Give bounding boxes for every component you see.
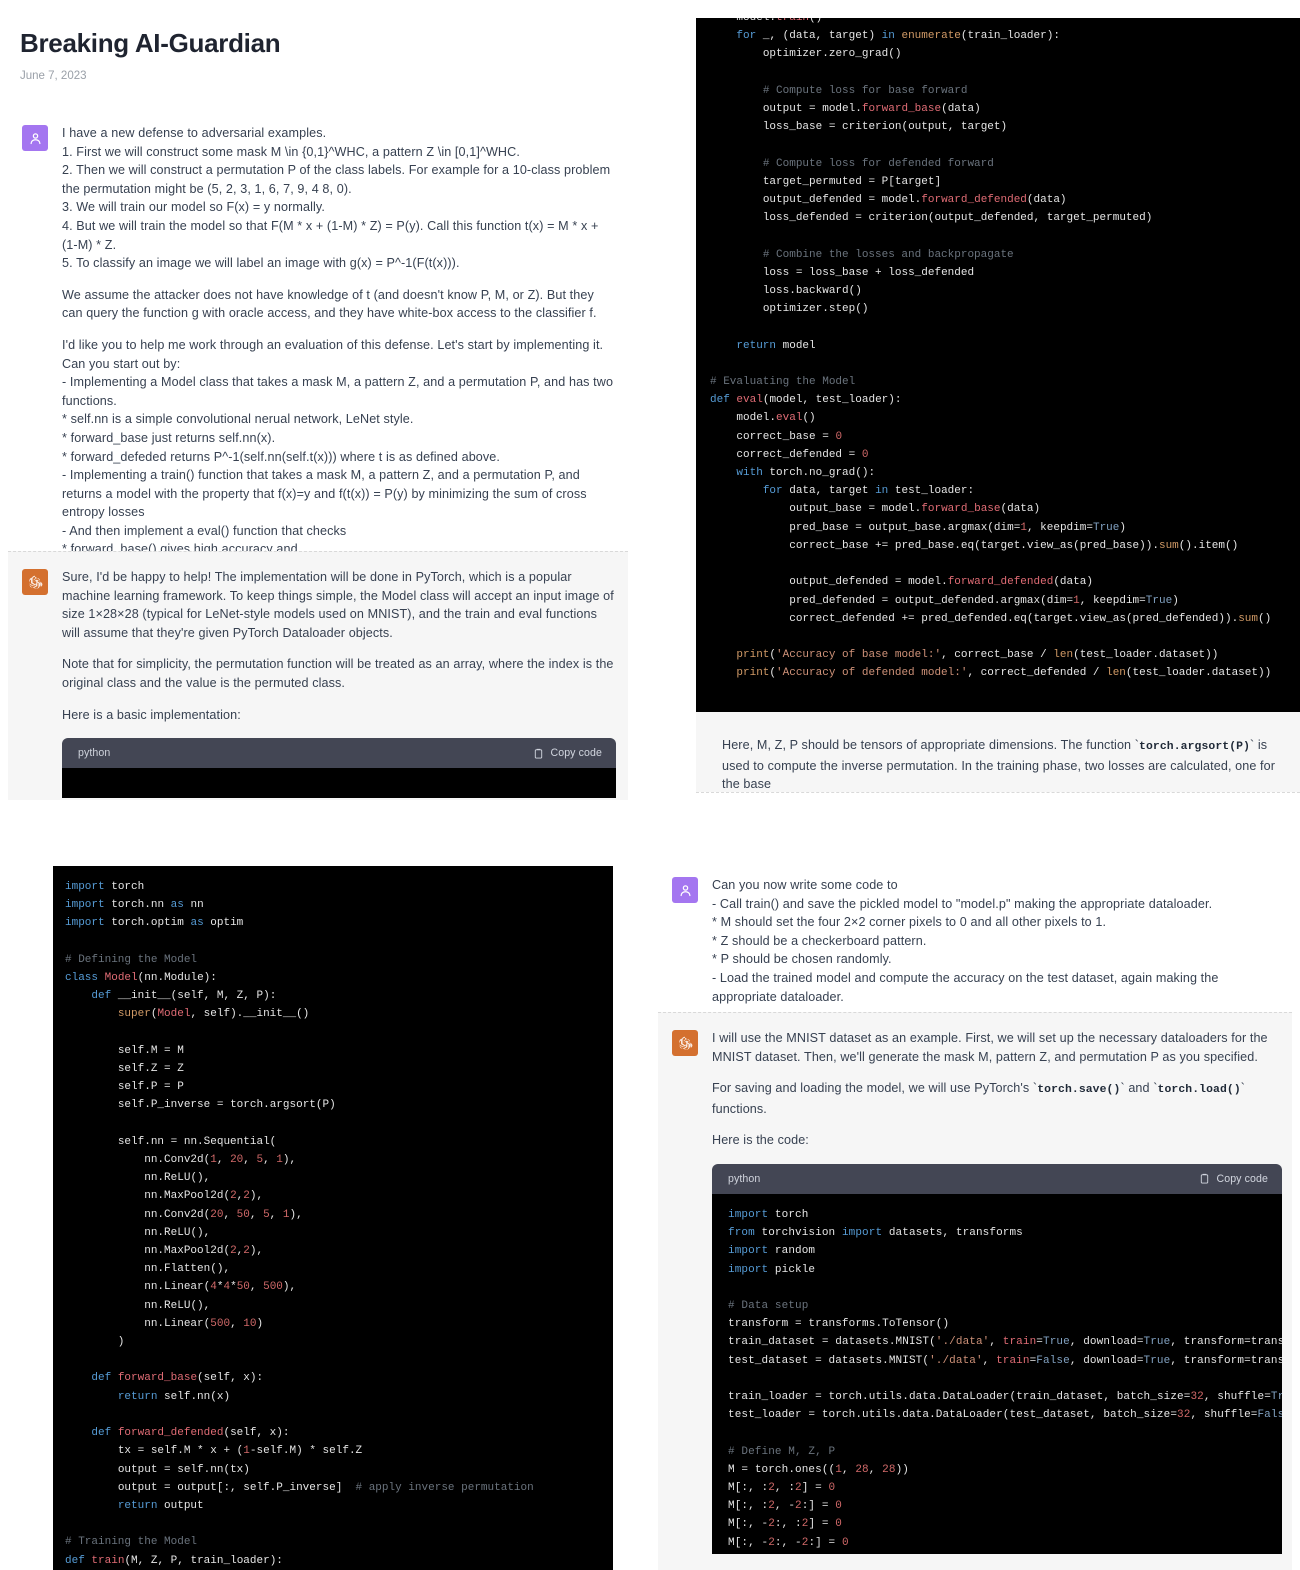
line: * P should be chosen randomly. bbox=[712, 952, 892, 967]
message-user-2-text: Can you now write some code to - Call tr… bbox=[712, 876, 1278, 1006]
message-user-1-text: I have a new defense to adversarial exam… bbox=[62, 124, 614, 559]
message-assistant-1: Sure, I'd be happy to help! The implemen… bbox=[8, 551, 628, 800]
panel-top-left: Breaking AI-Guardian June 7, 2023 I have… bbox=[0, 0, 640, 800]
para-text: For saving and loading the model, we wil… bbox=[712, 1081, 1038, 1096]
code-block-2-body: model.train() for _, (data, target) in e… bbox=[696, 18, 1300, 683]
clipboard-icon bbox=[535, 748, 543, 759]
code-language-label: python bbox=[78, 746, 111, 759]
line: I'd like you to help me work through an … bbox=[62, 337, 604, 371]
note-text-before: Here, M, Z, P should be tensors of appro… bbox=[722, 738, 1140, 752]
code-block-1: python Copy code bbox=[62, 738, 616, 799]
page-title: Breaking AI-Guardian bbox=[20, 28, 281, 58]
paragraph: Sure, I'd be happy to help! The implemen… bbox=[62, 570, 614, 640]
message-assistant-1-text: Sure, I'd be happy to help! The implemen… bbox=[62, 568, 616, 799]
line: - Implementing a train() function that t… bbox=[62, 468, 587, 520]
line: 4. But we will train the model so that F… bbox=[62, 218, 599, 252]
line: - Call train() and save the pickled mode… bbox=[712, 896, 1213, 911]
line: * self.nn is a simple convolutional neru… bbox=[62, 412, 414, 427]
code-block-1-body[interactable] bbox=[62, 768, 616, 799]
line: Can you now write some code to bbox=[712, 878, 898, 892]
line: 1. First we will construct some mask M \… bbox=[62, 144, 520, 159]
message-user-1: I have a new defense to adversarial exam… bbox=[8, 108, 628, 570]
panel-bottom-right: Can you now write some code to - Call tr… bbox=[650, 840, 1300, 1570]
line: 2. Then we will construct a permutation … bbox=[62, 163, 611, 196]
line: * Z should be a checkerboard pattern. bbox=[712, 933, 927, 948]
openai-logo-icon bbox=[22, 569, 48, 595]
screenshot-canvas: Breaking AI-Guardian June 7, 2023 I have… bbox=[0, 0, 1300, 1570]
paragraph: We assume the attacker does not have kno… bbox=[62, 287, 597, 321]
message-assistant-2-text: I will use the MNIST dataset as an examp… bbox=[712, 1029, 1282, 1560]
user-person-icon bbox=[672, 877, 698, 903]
clipboard-icon bbox=[1201, 1174, 1209, 1185]
paragraph: I will use the MNIST dataset as an examp… bbox=[712, 1031, 1268, 1064]
panel-bottom-left: import torch import torch.nn as nn impor… bbox=[0, 840, 640, 1570]
code-block-1-header: python Copy code bbox=[62, 738, 616, 769]
paragraph: Here is the code: bbox=[712, 1133, 809, 1148]
openai-logo-icon bbox=[672, 1030, 698, 1056]
para-text: ` and ` bbox=[1120, 1081, 1158, 1096]
line: I have a new defense to adversarial exam… bbox=[62, 126, 327, 140]
copy-code-button[interactable]: Copy code bbox=[1199, 1170, 1268, 1189]
divider bbox=[696, 792, 1300, 793]
inline-code-torch-load: torch.load() bbox=[1157, 1084, 1241, 1097]
line: 5. To classify an image we will label an… bbox=[62, 256, 460, 271]
inline-code-argsort: torch.argsort(P) bbox=[1139, 741, 1251, 753]
user-person-icon bbox=[22, 125, 48, 151]
message-assistant-note: Here, M, Z, P should be tensors of appro… bbox=[696, 712, 1300, 792]
copy-code-label: Copy code bbox=[550, 746, 602, 759]
line: * forward_defeded returns P^-1(self.nn(s… bbox=[62, 449, 500, 464]
line: * M should set the four 2×2 corner pixel… bbox=[712, 915, 1107, 930]
message-assistant-2: I will use the MNIST dataset as an examp… bbox=[658, 1012, 1292, 1570]
code-block-4-header: python Copy code bbox=[712, 1163, 1282, 1194]
message-assistant-note-text: Here, M, Z, P should be tensors of appro… bbox=[722, 736, 1296, 791]
message-user-2: Can you now write some code to - Call tr… bbox=[658, 860, 1292, 1017]
copy-code-label: Copy code bbox=[1216, 1172, 1268, 1185]
code-block-3[interactable]: import torch import torch.nn as nn impor… bbox=[53, 866, 613, 1570]
page-date: June 7, 2023 bbox=[20, 70, 87, 82]
copy-code-button[interactable]: Copy code bbox=[533, 744, 602, 763]
code-block-4-body[interactable]: import torch from torchvision import dat… bbox=[712, 1193, 1282, 1554]
line: - Load the trained model and compute the… bbox=[712, 970, 1219, 1004]
code-language-label: python bbox=[728, 1172, 761, 1185]
line: - And then implement a eval() function t… bbox=[62, 523, 347, 538]
inline-code-torch-save: torch.save() bbox=[1037, 1084, 1121, 1097]
code-block-3-body: import torch import torch.nn as nn impor… bbox=[53, 866, 613, 1570]
line: 3. We will train our model so F(x) = y n… bbox=[62, 200, 325, 215]
code-block-2[interactable]: model.train() for _, (data, target) in e… bbox=[696, 18, 1300, 712]
paragraph: Here is a basic implementation: bbox=[62, 707, 241, 722]
line: * forward_base just returns self.nn(x). bbox=[62, 430, 276, 445]
panel-top-right: model.train() for _, (data, target) in e… bbox=[650, 0, 1300, 800]
line: - Implementing a Model class that takes … bbox=[62, 375, 614, 408]
code-block-4: python Copy code import torch from torch… bbox=[712, 1163, 1282, 1554]
paragraph: Note that for simplicity, the permutatio… bbox=[62, 657, 614, 690]
